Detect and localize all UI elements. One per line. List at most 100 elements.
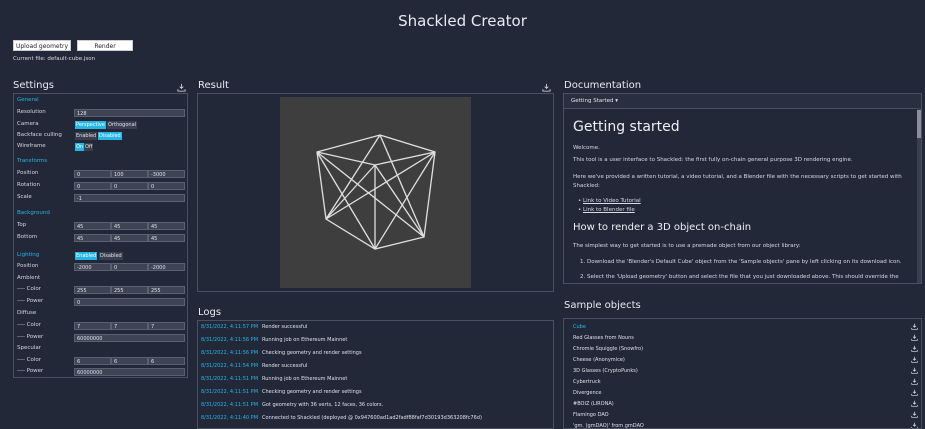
bg-bottom-b-input[interactable]: 45 [148,234,185,242]
log-message: Checking geometry and render settings [262,389,362,395]
doc-welcome: Welcome. [573,145,600,151]
specular-power-input[interactable]: 60000000 [74,368,185,376]
doc-subheading: How to render a 3D object on-chain [573,222,752,233]
log-timestamp: 8/31/2022, 4:11:57 PM [201,324,259,330]
app-title: Shackled Creator [398,12,527,30]
log-timestamp: 8/31/2022, 4:11:56 PM [201,350,259,356]
wireframe-on-option[interactable]: On [75,143,85,151]
lighting-enabled-option[interactable]: Enabled [75,252,98,260]
log-message: Render successful [262,324,308,330]
ambient-color-label: ---- Color [17,286,42,292]
specular-color-r-input[interactable]: 6 [74,357,111,365]
link-video-tutorial[interactable]: Link to Video Tutorial [583,198,641,204]
sample-item-red-glasses[interactable]: Red Glasses from Nouns [573,335,634,341]
download-icon[interactable] [542,83,551,92]
log-timestamp: 8/31/2022, 4:11:54 PM [201,363,259,369]
diffuse-power-input[interactable]: 60000000 [74,334,185,342]
lighting-disabled-option[interactable]: Disabled [99,252,123,260]
sample-item-flamingo-dao[interactable]: Flamingo DAO [573,412,609,418]
ambient-color-r-input[interactable]: 255 [74,286,111,294]
render-canvas [280,97,471,288]
position-x-input[interactable]: 0 [74,170,111,178]
download-icon[interactable] [911,356,918,363]
doc-step-1: 1. Download the 'Blender's Default Cube'… [580,259,902,265]
light-position-y-input[interactable]: 0 [111,263,148,271]
camera-perspective-option[interactable]: Perspective [75,121,106,129]
sample-item-gm[interactable]: 'gm. (gmDAO)' from gmDAO [573,423,644,428]
render-button[interactable]: Render [77,40,133,51]
diffuse-color-r-input[interactable]: 7 [74,322,111,330]
result-title: Result [198,80,229,91]
download-icon[interactable] [911,411,918,418]
ambient-color-b-input[interactable]: 255 [148,286,185,294]
light-position-label: Position [17,263,39,269]
specular-color-g-input[interactable]: 6 [111,357,148,365]
position-y-input[interactable]: 100 [111,170,148,178]
backface-disabled-option[interactable]: Disabled [98,132,122,140]
bg-top-b-input[interactable]: 45 [148,222,185,230]
bg-top-g-input[interactable]: 45 [111,222,148,230]
sample-item-boiz[interactable]: #BOIZ (LIRONA) [573,401,614,407]
camera-orthogonal-option[interactable]: Orthogonal [107,121,138,129]
specular-color-b-input[interactable]: 6 [148,357,185,365]
sample-item-cybertruck[interactable]: Cybertruck [573,379,601,385]
ambient-power-input[interactable]: 0 [74,298,185,306]
rotation-x-input[interactable]: 0 [74,182,111,190]
general-heading: General [17,97,39,103]
download-icon[interactable] [911,400,918,407]
download-icon[interactable] [911,334,918,341]
log-entry: 8/31/2022, 4:11:51 PM Running job on Ethe… [201,376,347,382]
rotation-y-input[interactable]: 0 [111,182,148,190]
log-entry: 8/31/2022, 4:11:51 PM Got geometry with 3… [201,402,383,408]
position-label: Position [17,170,39,176]
wireframe-off-option[interactable]: Off [84,143,94,151]
log-entry: 8/31/2022, 4:11:56 PM Running job on Ethe… [201,337,347,343]
resolution-input[interactable]: 128 [74,109,185,117]
ambient-label: Ambient [17,275,41,281]
log-entry: 8/31/2022, 4:11:56 PM Checking geometry a… [201,350,362,356]
sample-item-3d-glasses[interactable]: 3D Glasses (CryptoPunks) [573,368,638,374]
sample-item-chromie-squiggle[interactable]: Chromie Squiggle (Snowfro) [573,346,643,352]
log-entry: 8/31/2022, 4:11:40 PM Connected to Shackl… [201,415,482,421]
download-icon[interactable] [177,83,186,92]
bg-top-r-input[interactable]: 45 [74,222,111,230]
sample-item-cheese[interactable]: Cheese (Anonymice) [573,357,625,363]
log-timestamp: 8/31/2022, 4:11:51 PM [201,389,259,395]
log-message: Connected to Shackled (deployed @ 0x9476… [262,415,482,421]
wireframe-label: Wireframe [17,143,46,149]
light-position-z-input[interactable]: -2000 [148,263,185,271]
bg-bottom-r-input[interactable]: 45 [74,234,111,242]
sample-item-divergence[interactable]: Divergence [573,390,602,396]
doc-intro: This tool is a user interface to Shackle… [573,157,853,163]
download-icon[interactable] [911,345,918,352]
link-blender-file[interactable]: Link to Blender file [583,207,635,213]
doc-scrollbar-thumb[interactable] [917,110,921,138]
download-icon[interactable] [911,378,918,385]
diffuse-color-b-input[interactable]: 7 [148,322,185,330]
bg-bottom-g-input[interactable]: 45 [111,234,148,242]
settings-title: Settings [13,80,55,91]
log-message: Got geometry with 36 verts, 12 faces, 36… [262,402,384,408]
wireframe-cube [316,134,436,250]
download-icon[interactable] [911,367,918,374]
ambient-color-g-input[interactable]: 255 [111,286,148,294]
download-icon[interactable] [911,422,918,428]
light-position-x-input[interactable]: -2000 [74,263,111,271]
scale-input[interactable]: -1 [74,194,185,202]
sample-item-cube[interactable]: Cube [573,324,586,330]
transforms-heading: Transforms [17,158,48,164]
doc-simplest: The simplest way to get started is to us… [573,243,801,249]
doc-section-dropdown[interactable]: Getting Started ▾ [571,98,618,104]
diffuse-color-g-input[interactable]: 7 [111,322,148,330]
rotation-z-input[interactable]: 0 [148,182,185,190]
diffuse-color-label: ---- Color [17,322,42,328]
diffuse-label: Diffuse [17,310,37,316]
log-timestamp: 8/31/2022, 4:11:40 PM [201,415,259,421]
position-z-input[interactable]: -3000 [148,170,185,178]
download-icon[interactable] [911,323,918,330]
upload-geometry-button[interactable]: Upload geometry [13,40,71,51]
backface-enabled-option[interactable]: Enabled [75,132,98,140]
specular-label: Specular [17,345,42,351]
download-icon[interactable] [911,389,918,396]
ambient-power-label: ---- Power [17,298,44,304]
